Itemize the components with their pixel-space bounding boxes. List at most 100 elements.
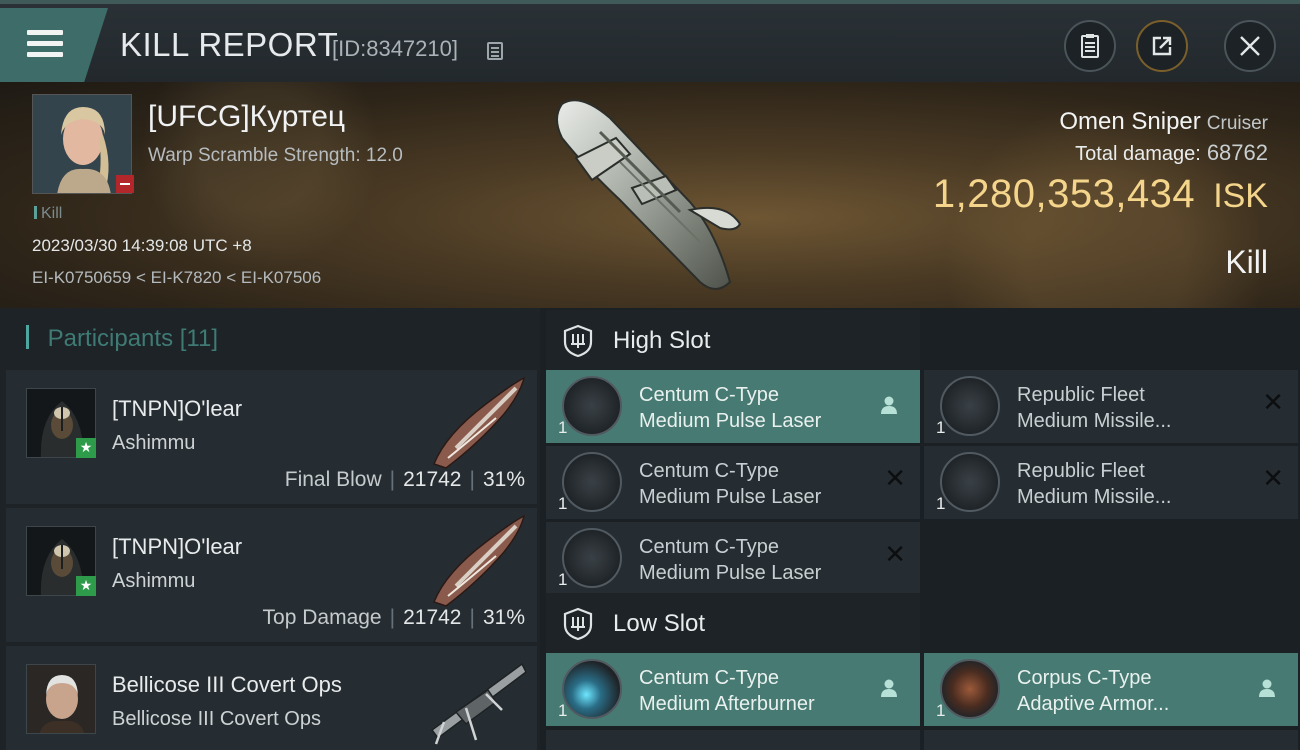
report-id: [ID:8347210]: [332, 36, 458, 61]
module-name-line2: Adaptive Armor...: [1017, 693, 1170, 715]
module-name-line2: Medium Missile...: [1017, 410, 1172, 432]
pulse-laser-icon: [562, 452, 622, 512]
total-damage: Total damage: 68762: [1075, 140, 1268, 166]
copy-icon[interactable]: [487, 42, 503, 60]
pilot-icon: [881, 396, 897, 414]
module-name-line2: Medium Pulse Laser: [639, 562, 822, 584]
header-bar: KILL REPORT [ID:8347210]: [0, 0, 1300, 82]
shield-icon: [563, 324, 593, 358]
participant-ship-image: [433, 376, 526, 469]
module-name: Corpus C-Type Adaptive Armor...: [1017, 665, 1169, 717]
module-name: Centum C-Type Medium Afterburner: [639, 665, 815, 717]
total-damage-value: 68762: [1206, 140, 1268, 165]
participant-row[interactable]: ★ [TNPN]O'lear Ashimmu Final Blow | 21742 |…: [6, 370, 537, 504]
module-item[interactable]: 1 Corpus C-Type Adaptive Armor...: [924, 653, 1298, 726]
victim-name[interactable]: [UFCG]Куртец: [148, 100, 345, 134]
participant-name: [TNPN]O'lear: [112, 534, 243, 559]
module-name: Centum C-Type Medium Pulse Laser: [639, 458, 821, 510]
pulse-laser-icon: [562, 528, 622, 588]
participant-percent: 31%: [482, 468, 525, 491]
participant-name: [TNPN]O'lear: [112, 396, 243, 421]
armor-hardener-icon: [940, 659, 1000, 719]
module-name: Republic Fleet Medium Missile...: [1017, 382, 1171, 434]
close-icon: [1240, 36, 1260, 56]
module-name: Centum C-Type Medium Pulse Laser: [639, 382, 821, 434]
destroyed-icon: ✕: [1262, 464, 1284, 494]
participant-damage: 21742: [403, 606, 462, 629]
isk-amount: 1,280,353,434: [932, 172, 1196, 216]
module-name-line2: Medium Pulse Laser: [639, 410, 822, 432]
participant-tag: Top Damage: [262, 606, 382, 629]
menu-icon: [27, 30, 63, 35]
module-name-line1: Republic Fleet: [1017, 384, 1145, 406]
ship-class: Cruiser: [1206, 113, 1268, 134]
participant-tag: Final Blow: [284, 468, 382, 491]
module-name-line2: Medium Missile...: [1017, 486, 1172, 508]
participant-damage: 21742: [403, 468, 462, 491]
pulse-laser-icon: [562, 376, 622, 436]
participant-row[interactable]: ★ [TNPN]O'lear Ashimmu Top Damage | 21742 |…: [6, 508, 537, 642]
module-quantity: 1: [558, 570, 568, 589]
pilot-icon: [881, 679, 897, 697]
module-item[interactable]: 1 Republic Fleet Medium Missile... ✕: [924, 446, 1298, 519]
ship-name-text: Omen Sniper: [1059, 108, 1201, 135]
module-name-line1: Centum C-Type: [639, 384, 780, 406]
participant-ship: Bellicose III Covert Ops: [112, 708, 321, 730]
participant-row[interactable]: Bellicose III Covert Ops Bellicose III C…: [6, 646, 537, 750]
module-item[interactable]: 1 Republic Fleet Medium Missile... ✕: [924, 370, 1298, 443]
destroyed-icon: ✕: [1262, 388, 1284, 418]
destroyed-icon: ✕: [884, 464, 906, 494]
module-name-line1: Centum C-Type: [639, 536, 780, 558]
isk-value: 1,280,353,434 ISK: [933, 172, 1268, 217]
share-icon: [1152, 36, 1172, 56]
module-quantity: 1: [558, 418, 568, 437]
shield-icon: [563, 607, 593, 641]
participant-ship: Ashimmu: [112, 432, 196, 454]
missile-launcher-icon: [940, 376, 1000, 436]
kill-result: Kill: [1225, 244, 1268, 280]
participants-label: Participants: [47, 325, 174, 352]
victim-banner: [UFCG]Куртец Warp Scramble Strength: 12.…: [0, 82, 1300, 308]
victim-stat: Warp Scramble Strength: 12.0: [148, 145, 403, 166]
participant-percent: 31%: [482, 606, 525, 629]
participant-ship-image: [430, 662, 527, 745]
menu-button[interactable]: [0, 8, 108, 82]
close-button[interactable]: [1224, 20, 1276, 72]
module-quantity: 1: [936, 494, 946, 513]
clipboard-button[interactable]: [1064, 20, 1116, 72]
low-slot-header: Low Slot: [546, 593, 920, 655]
module-item[interactable]: 1 Centum C-Type Medium Pulse Laser ✕: [546, 522, 920, 595]
ship-name[interactable]: Omen Sniper Cruiser: [1059, 108, 1268, 136]
module-quantity: 1: [936, 701, 946, 720]
afterburner-icon: [562, 659, 622, 719]
final-blow-star-icon: ★: [76, 576, 96, 596]
final-blow-star-icon: ★: [76, 438, 96, 458]
participants-panel: Participants [11] ★ [TNPN]O'lear Ashimmu…: [0, 308, 540, 750]
module-item-partial[interactable]: [924, 730, 1298, 750]
module-quantity: 1: [936, 418, 946, 437]
participants-count: [11]: [179, 325, 218, 352]
missile-launcher-icon: [940, 452, 1000, 512]
module-name: Centum C-Type Medium Pulse Laser: [639, 534, 821, 586]
module-item-partial[interactable]: [546, 730, 920, 750]
module-name-line1: Republic Fleet: [1017, 460, 1145, 482]
npc-pilot-portrait: [27, 665, 95, 733]
kill-location[interactable]: EI-K0750659 < EI-K7820 < EI-K07506: [32, 268, 321, 288]
module-name-line1: Centum C-Type: [639, 460, 780, 482]
participants-header: Participants [11]: [26, 325, 218, 353]
low-slot-label: Low Slot: [613, 610, 706, 637]
module-quantity: 1: [558, 494, 568, 513]
clipboard-icon: [1081, 34, 1099, 58]
module-quantity: 1: [558, 701, 568, 720]
high-slot-label: High Slot: [613, 327, 711, 354]
module-name-line2: Medium Afterburner: [639, 693, 815, 715]
victim-ship-image[interactable]: [540, 92, 760, 302]
kill-tag: Kill: [34, 205, 62, 223]
share-button[interactable]: [1136, 20, 1188, 72]
module-item[interactable]: 1 Centum C-Type Medium Afterburner: [546, 653, 920, 726]
module-name-line2: Medium Pulse Laser: [639, 486, 822, 508]
module-name: Republic Fleet Medium Missile...: [1017, 458, 1171, 510]
module-name-line1: Centum C-Type: [639, 667, 780, 689]
module-item[interactable]: 1 Centum C-Type Medium Pulse Laser: [546, 370, 920, 443]
module-item[interactable]: 1 Centum C-Type Medium Pulse Laser ✕: [546, 446, 920, 519]
